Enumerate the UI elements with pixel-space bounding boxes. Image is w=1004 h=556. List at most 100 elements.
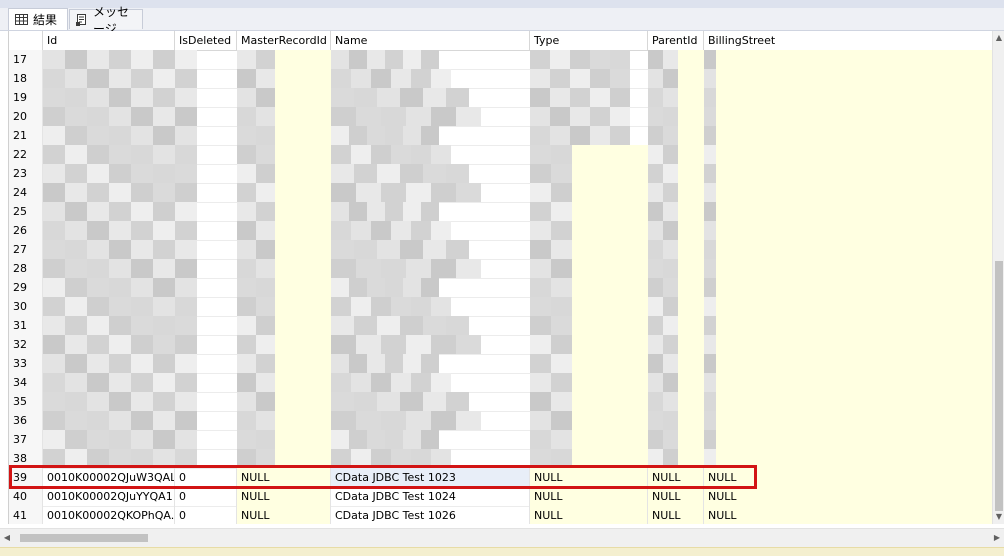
table-row-redacted[interactable]: 34: [9, 373, 993, 393]
table-row-redacted[interactable]: 32: [9, 335, 993, 355]
row-number[interactable]: 25: [9, 202, 43, 221]
row-number[interactable]: 38: [9, 449, 43, 468]
column-header-id[interactable]: Id: [43, 31, 175, 50]
scroll-down-icon[interactable]: ▼: [993, 510, 1004, 524]
cell-isdeleted[interactable]: 0: [175, 487, 237, 506]
redacted-cell: [351, 69, 371, 88]
row-number-header[interactable]: [9, 31, 43, 50]
table-row-redacted[interactable]: 24: [9, 183, 993, 203]
row-number[interactable]: 30: [9, 297, 43, 316]
table-row[interactable]: 39 0010K00002QJuW3QAL 0 NULL CData JDBC Test…: [9, 468, 993, 488]
row-number[interactable]: 41: [9, 506, 43, 524]
row-number[interactable]: 29: [9, 278, 43, 297]
row-number[interactable]: 37: [9, 430, 43, 449]
table-row-redacted[interactable]: 30: [9, 297, 993, 317]
row-number[interactable]: 31: [9, 316, 43, 335]
cell-master[interactable]: NULL: [237, 506, 331, 524]
table-row[interactable]: 41 0010K00002QKOPhQA... 0 NULL CData JDBC Te…: [9, 506, 993, 524]
cell-parent[interactable]: NULL: [648, 487, 704, 506]
table-row-redacted[interactable]: 28: [9, 259, 993, 279]
cell-name[interactable]: CData JDBC Test 1024: [331, 487, 530, 506]
cell-isdeleted[interactable]: 0: [175, 468, 237, 487]
cell-parent[interactable]: NULL: [648, 468, 704, 487]
table-row-redacted[interactable]: 29: [9, 278, 993, 298]
row-number[interactable]: 19: [9, 88, 43, 107]
results-grid[interactable]: Id IsDeleted MasterRecordId Name Type Pa…: [8, 31, 993, 524]
table-row-redacted[interactable]: 21: [9, 126, 993, 146]
table-row-redacted[interactable]: 25: [9, 202, 993, 222]
row-number[interactable]: 21: [9, 126, 43, 145]
cell-master[interactable]: NULL: [237, 468, 331, 487]
scroll-left-icon[interactable]: ◀: [0, 529, 14, 547]
column-header-billingstreet[interactable]: BillingStreet: [704, 31, 993, 50]
table-row-redacted[interactable]: 20: [9, 107, 993, 127]
table-row-redacted[interactable]: 27: [9, 240, 993, 260]
table-row-redacted[interactable]: 36: [9, 411, 993, 431]
column-header-masterrecordid[interactable]: MasterRecordId: [237, 31, 331, 50]
table-row-redacted[interactable]: 35: [9, 392, 993, 412]
tab-messages[interactable]: メッセージ: [69, 5, 143, 36]
redacted-cell: [421, 202, 439, 221]
row-number[interactable]: 23: [9, 164, 43, 183]
redacted-cell: [237, 183, 256, 202]
tab-results[interactable]: 結果: [8, 8, 68, 30]
row-number[interactable]: 39: [9, 468, 43, 487]
table-row-redacted[interactable]: 26: [9, 221, 993, 241]
redacted-cell: [704, 50, 993, 69]
cell-billing[interactable]: NULL: [704, 468, 993, 487]
redacted-cell: [403, 278, 421, 297]
column-header-parentid[interactable]: ParentId: [648, 31, 704, 50]
cell-id[interactable]: 0010K00002QJuYYQA1: [43, 487, 175, 506]
row-number[interactable]: 24: [9, 183, 43, 202]
row-number[interactable]: 20: [9, 107, 43, 126]
horizontal-scrollbar[interactable]: ◀ ▶: [0, 528, 1004, 547]
table-row-redacted[interactable]: 31: [9, 316, 993, 336]
table-row-redacted[interactable]: 37: [9, 430, 993, 450]
redacted-cell: [43, 449, 65, 468]
cell-type[interactable]: NULL: [530, 506, 648, 524]
cell-master[interactable]: NULL: [237, 487, 331, 506]
row-number[interactable]: 35: [9, 392, 43, 411]
row-number[interactable]: 40: [9, 487, 43, 506]
table-row-redacted[interactable]: 22: [9, 145, 993, 165]
table-row-redacted[interactable]: 38: [9, 449, 993, 469]
cell-isdeleted[interactable]: 0: [175, 506, 237, 524]
vertical-scrollbar[interactable]: ▲ ▼: [992, 31, 1004, 524]
cell-id[interactable]: 0010K00002QKOPhQA...: [43, 506, 175, 524]
cell-parent[interactable]: NULL: [648, 506, 704, 524]
row-number[interactable]: 26: [9, 221, 43, 240]
vertical-scroll-thumb[interactable]: [995, 261, 1003, 511]
redacted-cell: [590, 88, 610, 107]
column-header-name[interactable]: Name: [331, 31, 530, 50]
row-number[interactable]: 34: [9, 373, 43, 392]
column-header-type[interactable]: Type: [530, 31, 648, 50]
cell-type[interactable]: NULL: [530, 487, 648, 506]
cell-billing[interactable]: NULL: [704, 506, 993, 524]
cell-name[interactable]: CData JDBC Test 1023: [331, 468, 530, 487]
redacted-cell: [331, 221, 351, 240]
row-number[interactable]: 27: [9, 240, 43, 259]
row-number[interactable]: 32: [9, 335, 43, 354]
table-row[interactable]: 40 0010K00002QJuYYQA1 0 NULL CData JDBC Test…: [9, 487, 993, 507]
redacted-cell: [371, 449, 391, 468]
cell-id[interactable]: 0010K00002QJuW3QAL: [43, 468, 175, 487]
table-row-redacted[interactable]: 23: [9, 164, 993, 184]
table-row-redacted[interactable]: 33: [9, 354, 993, 374]
horizontal-scroll-thumb[interactable]: [20, 534, 148, 542]
cell-name[interactable]: CData JDBC Test 1026: [331, 506, 530, 524]
row-number[interactable]: 22: [9, 145, 43, 164]
row-number[interactable]: 18: [9, 69, 43, 88]
table-row-redacted[interactable]: 18: [9, 69, 993, 89]
scroll-up-icon[interactable]: ▲: [993, 31, 1004, 45]
cell-type[interactable]: NULL: [530, 468, 648, 487]
row-number[interactable]: 33: [9, 354, 43, 373]
row-number[interactable]: 36: [9, 411, 43, 430]
scroll-right-icon[interactable]: ▶: [990, 529, 1004, 547]
row-number[interactable]: 17: [9, 50, 43, 69]
table-row-redacted[interactable]: 17: [9, 50, 993, 70]
cell-billing[interactable]: NULL: [704, 487, 993, 506]
table-row-redacted[interactable]: 19: [9, 88, 993, 108]
column-header-isdeleted[interactable]: IsDeleted: [175, 31, 237, 50]
row-number[interactable]: 28: [9, 259, 43, 278]
redacted-cell: [530, 69, 550, 88]
